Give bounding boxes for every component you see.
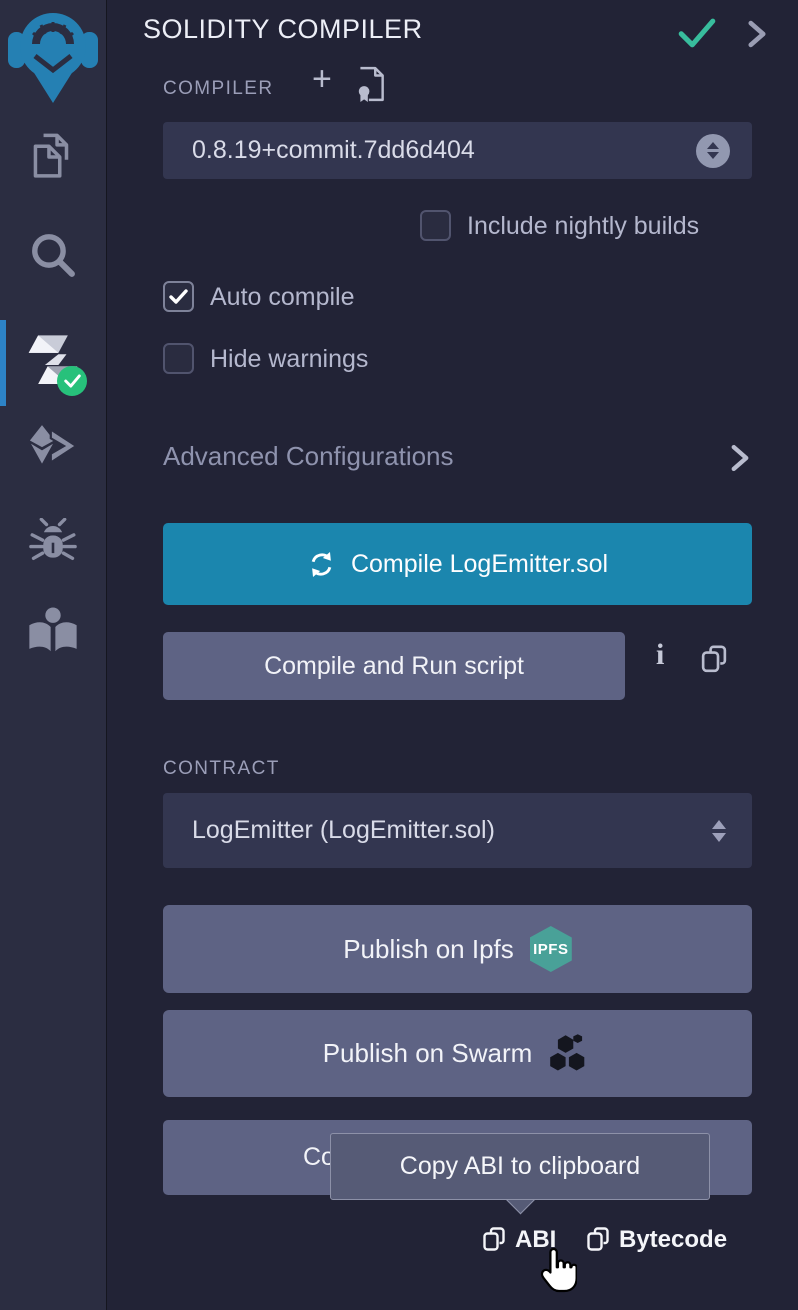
contract-section-label: CONTRACT [163, 758, 280, 780]
collapse-panel-chevron-icon[interactable] [745, 20, 769, 53]
compile-button[interactable]: Compile LogEmitter.sol [163, 523, 752, 605]
compiler-version-select[interactable]: 0.8.19+commit.7dd6d404 [163, 122, 752, 179]
copy-icon [585, 1226, 611, 1254]
tooltip-text: Copy ABI to clipboard [400, 1152, 640, 1181]
icon-sidebar [0, 0, 107, 1310]
compile-and-run-button[interactable]: Compile and Run script [163, 632, 625, 700]
sidebar-item-debugger[interactable] [0, 518, 106, 570]
compiler-section-label: COMPILER [163, 78, 273, 100]
include-nightly-label: Include nightly builds [467, 211, 699, 242]
copy-bytecode-label: Bytecode [619, 1226, 727, 1254]
contract-select-value: LogEmitter (LogEmitter.sol) [163, 816, 495, 845]
sidebar-item-solidity-compiler[interactable] [0, 332, 106, 390]
remix-logo-icon [8, 6, 98, 106]
refresh-icon [307, 551, 336, 578]
check-icon [64, 374, 81, 388]
hand-pointer-cursor-icon [535, 1248, 577, 1301]
advanced-chevron-icon[interactable] [729, 444, 751, 477]
file-explorer-icon [26, 130, 80, 184]
copy-bytecode-button[interactable]: Bytecode [585, 1226, 727, 1254]
version-select-arrows-icon [696, 134, 730, 168]
solidity-compiler-panel: SOLIDITY COMPILER COMPILER + 0. [0, 0, 798, 1310]
publish-swarm-button[interactable]: Publish on Swarm [163, 1010, 752, 1097]
contract-select-arrows-icon [712, 820, 726, 842]
compile-ok-icon [678, 18, 716, 53]
copy-abi-tooltip: Copy ABI to clipboard [330, 1133, 710, 1200]
swarm-logo-icon [548, 1034, 592, 1074]
page-title: SOLIDITY COMPILER [143, 14, 423, 45]
include-nightly-checkbox[interactable] [420, 210, 451, 241]
compiler-version-value: 0.8.19+commit.7dd6d404 [163, 136, 475, 165]
ethereum-deploy-icon [24, 424, 82, 468]
sidebar-item-deploy-and-run[interactable] [0, 424, 106, 468]
publish-ipfs-button[interactable]: Publish on Ipfs IPFS [163, 905, 752, 993]
contract-select[interactable]: LogEmitter (LogEmitter.sol) [163, 793, 752, 868]
compile-button-label: Compile LogEmitter.sol [351, 550, 608, 579]
compiler-panel: SOLIDITY COMPILER COMPILER + 0. [107, 0, 798, 1310]
auto-compile-checkbox[interactable] [163, 281, 194, 312]
publish-ipfs-label: Publish on Ipfs [343, 934, 514, 965]
compile-success-badge [57, 366, 87, 396]
open-book-icon [27, 606, 79, 654]
search-icon [26, 228, 80, 282]
sidebar-item-search[interactable] [0, 228, 106, 282]
auto-compile-label: Auto compile [210, 282, 355, 313]
copy-icon [481, 1226, 507, 1254]
info-icon[interactable]: i [656, 638, 664, 672]
check-icon [169, 289, 188, 305]
compile-and-run-label: Compile and Run script [264, 652, 524, 681]
ipfs-logo-icon: IPFS [530, 926, 572, 972]
advanced-configurations-toggle[interactable]: Advanced Configurations [163, 441, 454, 472]
sidebar-item-file-explorer[interactable] [0, 130, 106, 184]
copy-script-icon[interactable] [699, 644, 729, 681]
hide-warnings-label: Hide warnings [210, 344, 368, 375]
add-custom-compiler-icon[interactable]: + [312, 62, 332, 96]
publish-swarm-label: Publish on Swarm [323, 1038, 533, 1069]
remix-logo[interactable] [0, 6, 106, 106]
sidebar-item-learneth[interactable] [0, 606, 106, 654]
hide-warnings-checkbox[interactable] [163, 343, 194, 374]
open-license-icon[interactable] [355, 66, 387, 107]
bug-icon [27, 518, 79, 570]
